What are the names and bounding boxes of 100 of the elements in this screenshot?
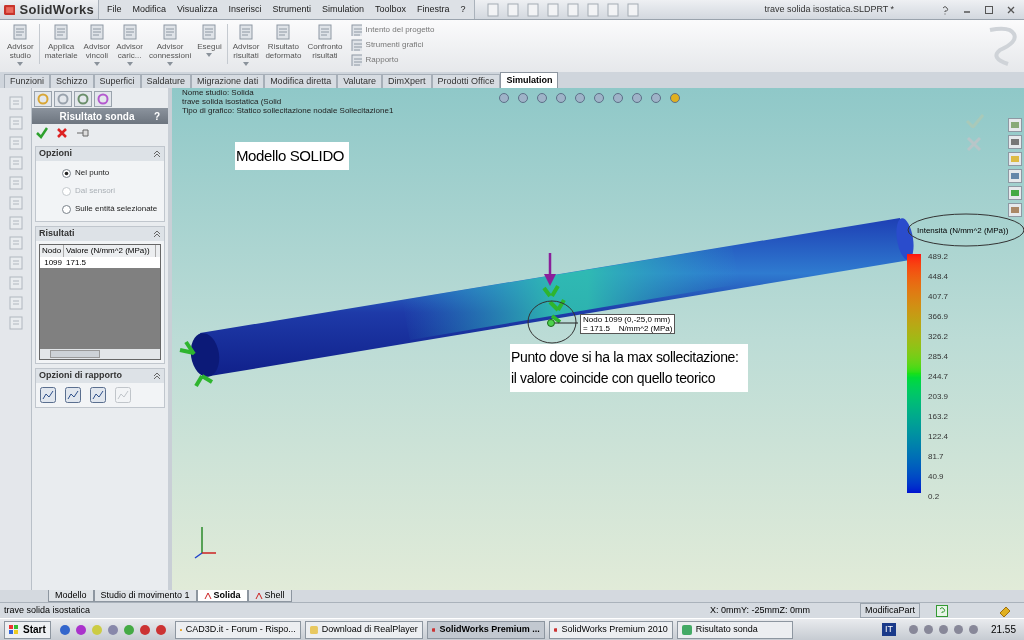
tab[interactable]: Modello [48, 590, 94, 602]
document-icon[interactable] [12, 24, 29, 40]
document-icon[interactable] [275, 24, 292, 40]
tab[interactable]: Funzioni [4, 74, 51, 88]
toolbar-icon[interactable] [626, 2, 639, 17]
ribbon-button[interactable]: Advisor connessioni [145, 24, 195, 72]
document-icon[interactable] [349, 54, 362, 66]
tool-icon[interactable] [8, 296, 23, 310]
tray-icon[interactable] [907, 624, 919, 635]
ribbon-button[interactable]: Intento del progetto [349, 24, 435, 36]
toolbar-icon[interactable] [506, 2, 519, 17]
tray-icon[interactable] [922, 624, 934, 635]
tab[interactable]: Migrazione dati [191, 74, 265, 88]
close-icon[interactable] [1006, 4, 1016, 15]
app-icon[interactable] [681, 624, 692, 635]
menu-item[interactable]: Finestra [417, 2, 450, 17]
view-tool-icon[interactable] [498, 92, 510, 104]
menu-item[interactable]: ? [460, 2, 466, 17]
tool-icon[interactable] [8, 276, 23, 290]
start-button[interactable]: Start [4, 620, 51, 639]
ribbon-button[interactable]: Advisor caric... [113, 24, 146, 72]
menu-item[interactable]: Visualizza [177, 2, 218, 17]
radio-option[interactable]: Nel punto [62, 167, 164, 179]
taskbar-button[interactable]: CAD3D.it - Forum - Rispo... [174, 620, 301, 639]
ribbon-button[interactable]: Advisor studio [4, 24, 37, 72]
radio-option[interactable]: Sulle entità selezionate [62, 203, 164, 215]
view-tool-icon[interactable] [612, 92, 624, 104]
toolbar-icon[interactable] [526, 2, 539, 17]
document-icon[interactable] [238, 24, 255, 40]
caret-icon[interactable] [167, 62, 174, 66]
app-icon[interactable] [74, 623, 87, 636]
panel-tab-icon[interactable] [54, 91, 72, 107]
menu-item[interactable]: Toolbox [374, 2, 406, 17]
tab[interactable]: Solida [196, 590, 248, 602]
view-tool-icon[interactable] [593, 92, 605, 104]
tool-icon[interactable] [8, 176, 23, 190]
tool-icon[interactable] [8, 236, 23, 250]
taskbar-button[interactable]: SolidWorks Premium 2010 [548, 620, 673, 639]
task-pane-icon[interactable] [1008, 203, 1022, 217]
ribbon-button[interactable]: Strumenti grafici [349, 39, 435, 51]
panel-tab-icon[interactable] [94, 91, 112, 107]
tray-icon[interactable] [967, 624, 979, 635]
study-icon[interactable] [203, 591, 212, 600]
document-icon[interactable] [201, 24, 218, 40]
menu-item[interactable]: Simulation [321, 2, 364, 17]
view-tool-icon[interactable] [631, 92, 643, 104]
panel-tab-icon[interactable] [34, 91, 52, 107]
study-icon[interactable] [254, 591, 263, 600]
report-icon[interactable] [90, 387, 106, 403]
cancel-icon[interactable] [56, 127, 68, 139]
caret-icon[interactable] [243, 62, 250, 66]
app-icon[interactable] [138, 623, 151, 636]
ribbon-button[interactable]: Advisor vincoli [80, 24, 114, 72]
tool-icon[interactable] [8, 196, 23, 210]
view-tool-icon[interactable] [517, 92, 529, 104]
tab[interactable]: Simulation [500, 72, 559, 88]
document-icon[interactable] [316, 24, 333, 40]
ribbon-button[interactable]: Rapporto [349, 54, 435, 66]
toolbar-icon[interactable] [546, 2, 559, 17]
view-tool-icon[interactable] [536, 92, 548, 104]
view-tool-icon[interactable] [669, 92, 681, 104]
tool-icon[interactable] [8, 96, 23, 110]
ribbon-button[interactable]: Advisor risultati [229, 24, 263, 72]
tool-icon[interactable] [8, 156, 23, 170]
tab[interactable]: Modifica diretta [264, 74, 338, 88]
help-icon[interactable] [936, 604, 948, 617]
tab[interactable]: Studio di movimento 1 [93, 590, 197, 602]
app-icon[interactable] [58, 623, 71, 636]
taskbar-button[interactable]: Download di RealPlayer [304, 620, 423, 639]
toolbar-icon[interactable] [486, 2, 499, 17]
ribbon-button[interactable]: Risultato deformato [262, 24, 305, 72]
task-pane-icon[interactable] [1008, 152, 1022, 166]
ribbon-button[interactable]: Esegui [194, 24, 225, 72]
view-tool-icon[interactable] [574, 92, 586, 104]
tool-icon[interactable] [8, 256, 23, 270]
radio-icon[interactable] [62, 168, 71, 178]
radio-icon[interactable] [62, 204, 71, 214]
panel-tab-icon[interactable] [74, 91, 92, 107]
task-pane-icon[interactable] [1008, 118, 1022, 132]
help-icon[interactable] [940, 4, 950, 15]
tab[interactable]: Prodotti Office [431, 74, 501, 88]
app-icon[interactable] [106, 623, 119, 636]
document-icon[interactable] [53, 24, 70, 40]
task-pane-icon[interactable] [1008, 169, 1022, 183]
tool-icon[interactable] [8, 216, 23, 230]
ribbon-button[interactable]: Confronto risultati [304, 24, 346, 72]
caret-icon[interactable] [17, 62, 24, 66]
windows-logo-icon[interactable] [9, 624, 19, 635]
maximize-icon[interactable] [984, 4, 994, 15]
tab[interactable]: Valutare [337, 74, 382, 88]
report-icon[interactable] [40, 387, 56, 403]
collapse-icon[interactable] [153, 372, 161, 380]
caret-icon[interactable] [93, 62, 100, 66]
task-pane-icon[interactable] [1008, 186, 1022, 200]
view-tool-icon[interactable] [555, 92, 567, 104]
tab[interactable]: Shell [247, 590, 292, 602]
toolbar-icon[interactable] [586, 2, 599, 17]
help-link[interactable]: ? [153, 108, 160, 124]
caret-icon[interactable] [206, 53, 213, 57]
toolbar-icon[interactable] [566, 2, 579, 17]
